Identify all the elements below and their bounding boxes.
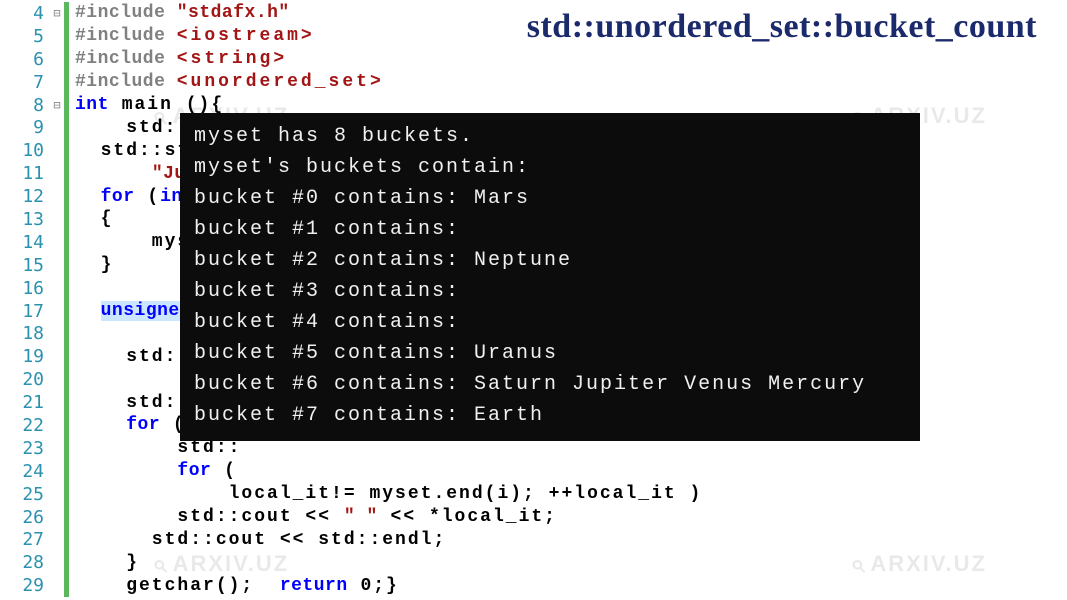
change-indicator — [64, 322, 69, 345]
line-number: 12 — [0, 186, 50, 207]
code-line[interactable]: 25 local_it!= myset.end(i); ++local_it ) — [0, 483, 1067, 506]
code-text[interactable]: std::cout << std::endl; — [69, 530, 446, 550]
line-number: 23 — [0, 438, 50, 459]
line-number: 7 — [0, 72, 50, 93]
code-text[interactable]: #include "stdafx.h" — [69, 3, 290, 23]
line-number: 29 — [0, 575, 50, 596]
code-line[interactable]: 24 for ( — [0, 460, 1067, 483]
code-line[interactable]: 26 std::cout << " " << *local_it; — [0, 506, 1067, 529]
line-number: 6 — [0, 49, 50, 70]
console-line: myset has 8 buckets. — [194, 121, 906, 152]
code-text[interactable]: #include <unordered_set> — [69, 72, 384, 92]
code-text[interactable]: } — [69, 553, 139, 573]
code-text[interactable]: std::cout << " " << *local_it; — [69, 507, 557, 527]
code-line[interactable]: 27 std::cout << std::endl; — [0, 528, 1067, 551]
code-text[interactable]: #include <iostream> — [69, 26, 315, 46]
code-line[interactable]: 7 #include <unordered_set> — [0, 71, 1067, 94]
code-text[interactable]: } — [69, 255, 113, 275]
code-line[interactable]: 28 } — [0, 551, 1067, 574]
line-number: 20 — [0, 369, 50, 390]
fold-toggle[interactable]: ⊟ — [50, 98, 64, 113]
line-number: 18 — [0, 323, 50, 344]
console-line: bucket #3 contains: — [194, 276, 906, 307]
line-number: 28 — [0, 552, 50, 573]
line-number: 22 — [0, 415, 50, 436]
line-number: 14 — [0, 232, 50, 253]
console-line: bucket #6 contains: Saturn Jupiter Venus… — [194, 369, 906, 400]
code-line[interactable]: 6 #include <string> — [0, 48, 1067, 71]
line-number: 17 — [0, 301, 50, 322]
code-text[interactable]: for (int — [69, 187, 194, 207]
code-text[interactable]: for ( — [69, 461, 237, 481]
line-number: 25 — [0, 484, 50, 505]
line-number: 4 — [0, 3, 50, 24]
code-text[interactable]: "Jup — [69, 164, 197, 184]
line-number: 9 — [0, 117, 50, 138]
code-text[interactable]: std:: — [69, 438, 241, 458]
line-number: 24 — [0, 461, 50, 482]
code-line[interactable]: 29 getchar(); return 0;} — [0, 574, 1067, 597]
console-line: myset's buckets contain: — [194, 152, 906, 183]
code-text[interactable]: #include <string> — [69, 49, 287, 69]
console-line: bucket #7 contains: Earth — [194, 400, 906, 431]
console-line: bucket #0 contains: Mars — [194, 183, 906, 214]
page-title: std::unordered_set::bucket_count — [527, 8, 1037, 46]
console-output: myset has 8 buckets.myset's buckets cont… — [180, 113, 920, 441]
line-number: 19 — [0, 346, 50, 367]
console-line: bucket #4 contains: — [194, 307, 906, 338]
line-number: 11 — [0, 163, 50, 184]
line-number: 10 — [0, 140, 50, 161]
line-number: 15 — [0, 255, 50, 276]
change-indicator — [64, 277, 69, 300]
change-indicator — [64, 368, 69, 391]
line-number: 26 — [0, 507, 50, 528]
line-number: 16 — [0, 278, 50, 299]
console-line: bucket #5 contains: Uranus — [194, 338, 906, 369]
line-number: 21 — [0, 392, 50, 413]
console-line: bucket #2 contains: Neptune — [194, 245, 906, 276]
fold-toggle[interactable]: ⊟ — [50, 6, 64, 21]
line-number: 5 — [0, 26, 50, 47]
line-number: 27 — [0, 529, 50, 550]
code-text[interactable]: getchar(); return 0;} — [69, 576, 399, 596]
line-number: 8 — [0, 95, 50, 116]
code-text[interactable]: int main (){ — [69, 95, 224, 115]
line-number: 13 — [0, 209, 50, 230]
code-text[interactable]: local_it!= myset.end(i); ++local_it ) — [69, 484, 702, 504]
code-text[interactable]: { — [69, 209, 113, 229]
console-line: bucket #1 contains: — [194, 214, 906, 245]
